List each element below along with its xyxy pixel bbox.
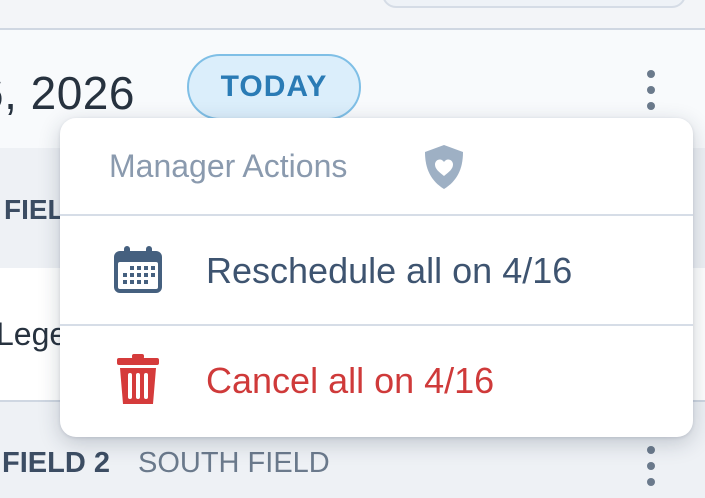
top-pill-control[interactable] (382, 0, 686, 8)
reschedule-all-label: Reschedule all on 4/16 (206, 250, 573, 291)
manager-actions-menu: Manager Actions Reschedule all on 4/16 C… (60, 118, 693, 437)
cancel-all-label: Cancel all on 4/16 (206, 360, 495, 401)
cancel-all-button[interactable]: Cancel all on 4/16 (60, 326, 693, 434)
field-2-label: FIELD 2 (2, 447, 110, 479)
field-1-label: FIEL (4, 194, 65, 225)
field-2-sublabel: SOUTH FIELD (138, 447, 330, 479)
schedule-page: 6, 2026 TODAY FIEL Lege FIELD 2 SOUTH FI… (0, 0, 705, 498)
game-row-text: Lege (0, 316, 68, 352)
top-strip (0, 0, 705, 28)
reschedule-all-button[interactable]: Reschedule all on 4/16 (60, 216, 693, 324)
trash-icon (110, 354, 166, 406)
menu-header-label: Manager Actions (109, 148, 348, 184)
date-heading: 6, 2026 (0, 67, 135, 119)
calendar-icon (110, 244, 166, 296)
field-2-more-options-icon[interactable] (641, 446, 661, 490)
shield-heart-icon (419, 143, 469, 191)
menu-header: Manager Actions (60, 118, 693, 214)
today-badge: TODAY (187, 54, 361, 120)
date-more-options-icon[interactable] (641, 70, 661, 114)
